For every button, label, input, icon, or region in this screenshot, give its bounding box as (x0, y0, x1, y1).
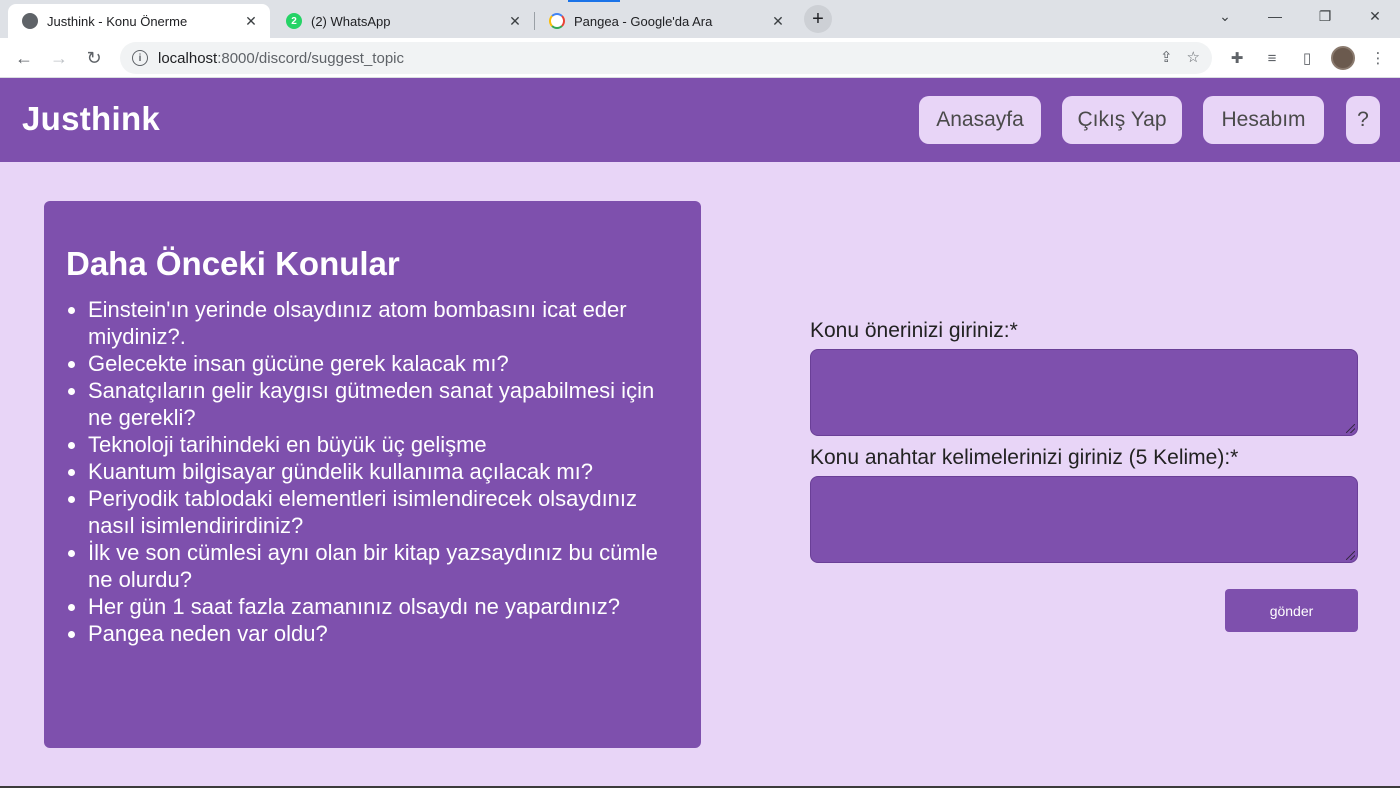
list-item: Kuantum bilgisayar gündelik kullanıma aç… (88, 458, 668, 485)
close-icon[interactable]: ✕ (769, 12, 787, 30)
nav-home-button[interactable]: Anasayfa (919, 96, 1041, 144)
browser-tab-justhink[interactable]: Justhink - Konu Önerme ✕ (8, 4, 270, 38)
profile-avatar[interactable] (1331, 46, 1355, 70)
keywords-textarea[interactable] (810, 476, 1358, 563)
list-item: Periyodik tablodaki elementleri isimlend… (88, 485, 668, 539)
previous-topics-panel: Daha Önceki Konular Einstein'ın yerinde … (44, 201, 701, 748)
suggest-topic-form: Konu önerinizi giriniz:* Konu anahtar ke… (810, 318, 1358, 572)
list-item: Sanatçıların gelir kaygısı gütmeden sana… (88, 377, 668, 431)
site-header: Justhink Anasayfa Çıkış Yap Hesabım ? (0, 78, 1400, 162)
list-item: Pangea neden var oldu? (88, 620, 668, 647)
share-icon[interactable]: ⇪ (1160, 48, 1173, 66)
browser-tab-whatsapp[interactable]: 2 (2) WhatsApp ✕ (272, 4, 534, 38)
url-path: :8000/discord/suggest_topic (217, 49, 404, 67)
list-item: Her gün 1 saat fazla zamanınız olsaydı n… (88, 593, 668, 620)
more-menu-icon[interactable]: ⋮ (1366, 46, 1390, 70)
keywords-label: Konu anahtar kelimelerinizi giriniz (5 K… (810, 446, 1239, 469)
list-item: Einstein'ın yerinde olsaydınız atom bomb… (88, 296, 668, 350)
forward-icon[interactable]: → (45, 44, 73, 72)
topic-label: Konu önerinizi giriniz:* (810, 319, 1018, 342)
nav-help-button[interactable]: ? (1346, 96, 1380, 144)
minimize-icon[interactable]: — (1250, 0, 1300, 32)
list-item: Teknoloji tarihindeki en büyük üç gelişm… (88, 431, 668, 458)
whatsapp-icon: 2 (286, 13, 302, 29)
tab-loading-indicator (568, 0, 620, 2)
google-icon (549, 13, 565, 29)
previous-topics-title: Daha Önceki Konular (66, 245, 400, 282)
window-close-icon[interactable]: ✕ (1350, 0, 1400, 32)
url-text[interactable]: localhost:8000/discord/suggest_topic (158, 50, 404, 67)
nav-account-button[interactable]: Hesabım (1203, 96, 1324, 144)
topic-textarea[interactable] (810, 349, 1358, 436)
resize-handle-icon[interactable] (1346, 551, 1355, 560)
info-icon[interactable]: i (132, 50, 148, 66)
browser-tab-google[interactable]: Pangea - Google'da Ara ✕ (535, 4, 797, 38)
tab-title: (2) WhatsApp (311, 13, 391, 29)
restore-icon[interactable]: ❐ (1300, 0, 1350, 32)
bookmark-star-icon[interactable]: ☆ (1187, 48, 1200, 66)
close-icon[interactable]: ✕ (506, 12, 524, 30)
tab-title: Justhink - Konu Önerme (47, 13, 188, 29)
tab-search-icon[interactable]: ⌄ (1200, 0, 1250, 32)
whatsapp-badge: 2 (291, 15, 297, 27)
previous-topics-list: Einstein'ın yerinde olsaydınız atom bomb… (88, 296, 668, 647)
address-bar[interactable]: i localhost:8000/discord/suggest_topic ⇪… (120, 42, 1212, 74)
globe-icon (22, 13, 38, 29)
browser-toolbar: ← → ↻ i localhost:8000/discord/suggest_t… (0, 38, 1400, 78)
brand-logo[interactable]: Justhink (22, 100, 160, 138)
nav-logout-button[interactable]: Çıkış Yap (1062, 96, 1182, 144)
url-host: localhost (158, 49, 218, 67)
new-tab-button[interactable]: + (804, 5, 832, 33)
media-playlist-icon[interactable]: ≡ (1260, 46, 1284, 70)
back-icon[interactable]: ← (10, 44, 38, 72)
extensions-icon[interactable]: ✚ (1225, 46, 1249, 70)
resize-handle-icon[interactable] (1346, 424, 1355, 433)
list-item: İlk ve son cümlesi aynı olan bir kitap y… (88, 539, 668, 593)
list-item: Gelecekte insan gücüne gerek kalacak mı? (88, 350, 668, 377)
submit-button[interactable]: gönder (1225, 589, 1358, 632)
reload-icon[interactable]: ↻ (80, 44, 108, 72)
tab-title: Pangea - Google'da Ara (574, 13, 713, 29)
close-icon[interactable]: ✕ (242, 12, 260, 30)
side-panel-icon[interactable]: ▯ (1295, 46, 1319, 70)
browser-tab-bar: Justhink - Konu Önerme ✕ 2 (2) WhatsApp … (0, 0, 1400, 38)
